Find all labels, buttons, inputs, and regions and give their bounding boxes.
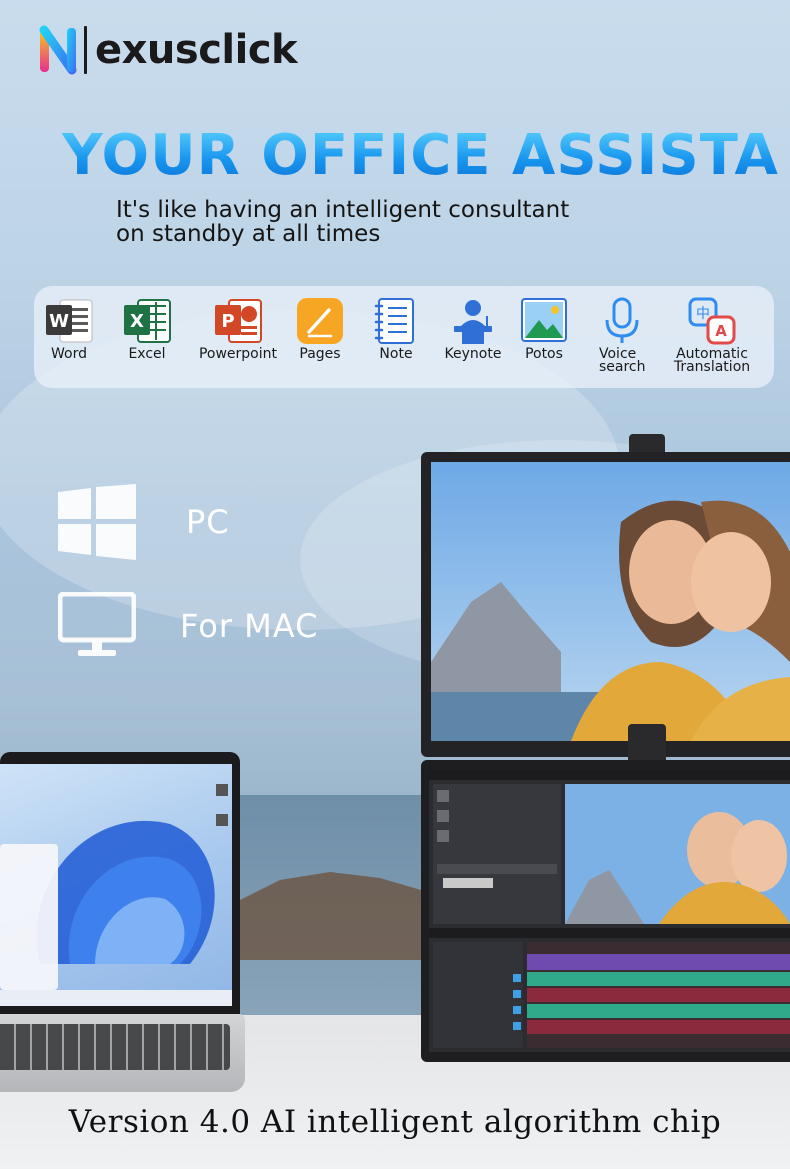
subline-line-1: It's like having an intelligent consulta… [116,197,570,223]
scene: exusclick YOUR OFFICE ASSISTANT It's lik… [0,0,790,1169]
microphone-icon [605,297,639,343]
app-automatic-translation[interactable]: 中 A Automatic Translation [662,296,762,374]
os-label-pc: PC [186,503,230,541]
app-label-powerpoint: Powerpoint [198,346,278,362]
svg-text:A: A [715,322,727,340]
note-icon [374,298,414,344]
laptop-keyboard [0,1024,230,1070]
laptop-screen [0,764,232,1006]
app-label-excel: Excel [128,346,166,362]
os-pc: PC [58,484,230,560]
translation-icon: 中 A [688,297,736,345]
excel-icon: X [124,299,171,343]
laptop-screen-frame [0,752,240,1014]
app-label-voice-search: Voice search [599,346,646,375]
app-bar: W Word X Excel P Powerpoint Pages Note K… [34,286,774,388]
subline: It's like having an intelligent consulta… [116,198,676,246]
brand-name: exusclick [95,27,298,73]
app-excel[interactable]: X Excel [102,296,192,361]
subline-line-2: on standby at all times [116,221,381,247]
app-label-photos: Potos [525,346,563,362]
svg-text:W: W [49,311,69,332]
windows-wallpaper [0,784,232,1006]
word-icon: W [46,299,93,343]
monitor-top-screen [431,462,790,741]
brand-divider [84,26,87,74]
photo-two-women [431,462,790,741]
brand: exusclick [38,22,298,78]
os-label-mac: For MAC [180,607,319,645]
video-editor-ui [429,770,790,1052]
app-word[interactable]: W Word [24,296,114,361]
windows-icon [58,484,136,560]
photos-icon [521,298,567,342]
monitor-icon [58,592,136,656]
pages-icon [297,298,343,344]
laptop-base [0,1014,245,1092]
app-label-automatic-translation: Automatic Translation [673,346,751,375]
app-photos[interactable]: Potos [499,296,589,361]
video-editor-screen [429,770,790,1052]
app-powerpoint[interactable]: P Powerpoint [192,296,284,361]
monitor-bottom [421,760,790,1062]
svg-text:P: P [221,311,234,332]
powerpoint-icon: P [215,299,262,343]
footer-tagline: Version 4.0 AI intelligent algorithm chi… [68,1104,722,1140]
app-voice-search[interactable]: Voice search [577,296,667,374]
keynote-icon [454,300,492,344]
os-mac: For MAC [58,592,318,660]
app-label-word: Word [51,346,87,362]
headline: YOUR OFFICE ASSISTANT [62,123,790,188]
brand-logo-icon [39,25,77,75]
monitor-top [421,452,790,757]
svg-text:X: X [130,311,144,332]
laptop [0,752,245,1102]
monitor-hinge [628,724,666,764]
